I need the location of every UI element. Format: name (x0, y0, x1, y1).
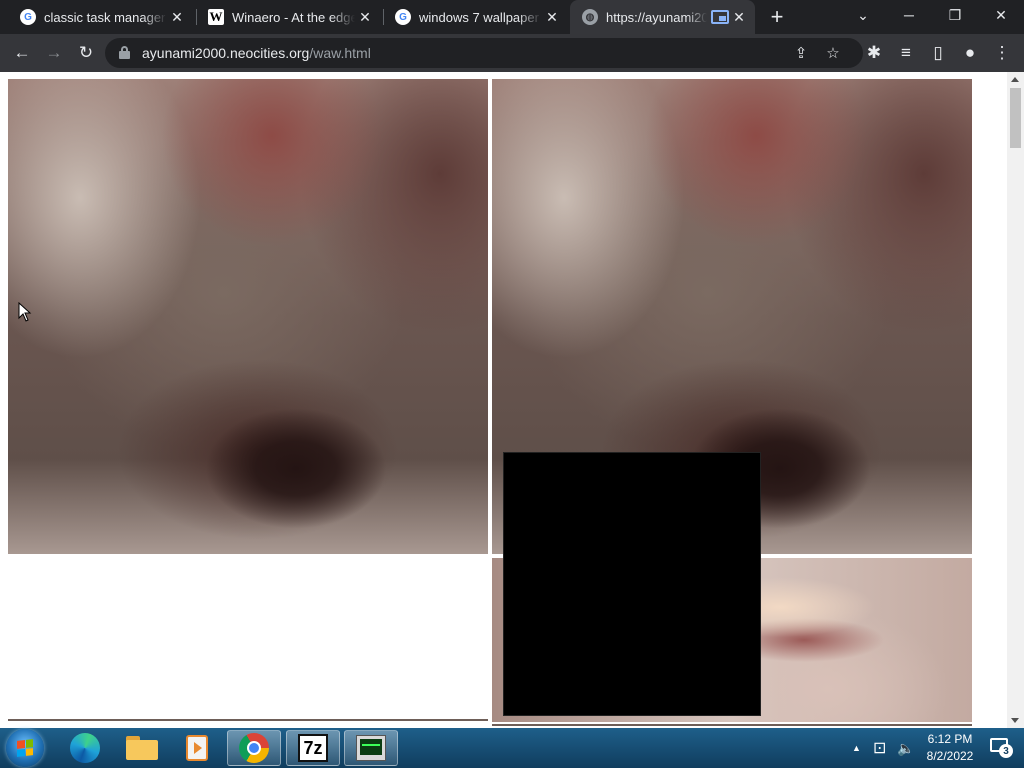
scroll-down-arrow-icon[interactable] (1011, 718, 1019, 723)
google-g-icon: G (20, 9, 36, 25)
lock-icon[interactable] (119, 46, 130, 59)
tab-ayunami[interactable]: ◍ https://ayunami20 ✕ (570, 0, 755, 34)
share-icon[interactable]: ⇪ (790, 42, 812, 64)
mouse-cursor-icon (18, 302, 32, 322)
frame-edge-line (8, 719, 488, 721)
volume-icon[interactable]: 🔈 (897, 728, 917, 768)
profile-icon[interactable]: ● (956, 39, 984, 67)
address-bar[interactable]: ayunami2000.neocities.org/waw.html ⇪ ☆ (105, 38, 863, 68)
close-window-button[interactable]: ✕ (978, 0, 1024, 30)
screen: G classic task manager d ✕ W Winaero - A… (0, 0, 1024, 768)
taskbar-file-explorer[interactable] (115, 730, 169, 766)
tab-windows7-wallpaper[interactable]: G windows 7 wallpaper - ✕ (383, 0, 568, 34)
clock-time: 6:12 PM (927, 732, 973, 746)
edge-icon (70, 733, 100, 763)
tab-title: classic task manager d (44, 9, 167, 25)
extensions-icon[interactable]: ✱ (860, 39, 888, 67)
reload-button[interactable]: ↻ (72, 39, 100, 67)
windows-flag-icon (17, 739, 33, 757)
browser-menu-icon[interactable]: ⋮ (988, 39, 1016, 67)
tab-strip: G classic task manager d ✕ W Winaero - A… (0, 0, 1024, 34)
minimize-button[interactable]: ─ (886, 0, 932, 30)
start-button[interactable] (6, 729, 44, 767)
url-domain: ayunami2000.neocities.org (142, 45, 310, 61)
close-icon[interactable]: ✕ (542, 7, 562, 27)
notification-center-icon[interactable]: 3 (990, 738, 1013, 758)
tab-title: https://ayunami20 (606, 9, 707, 25)
7zip-icon: 7z (298, 734, 328, 762)
video-frame-1[interactable] (8, 79, 488, 554)
new-tab-button[interactable]: + (765, 4, 789, 29)
folder-icon (126, 736, 158, 760)
scroll-up-arrow-icon[interactable] (1011, 77, 1019, 82)
scrollbar-thumb[interactable] (1010, 88, 1021, 148)
taskbar-media-player[interactable] (170, 730, 224, 766)
side-panel-icon[interactable]: ▯ (924, 39, 952, 67)
restore-button[interactable]: ❐ (932, 0, 978, 30)
tab-title: Winaero - At the edge (232, 9, 355, 25)
network-icon[interactable]: ⊡ (873, 728, 891, 768)
globe-icon: ◍ (582, 9, 598, 25)
blurred-photo (8, 79, 488, 554)
close-icon[interactable]: ✕ (729, 7, 749, 27)
task-manager-icon (356, 735, 386, 761)
show-hidden-icons-chevron-icon[interactable]: ▲ (852, 728, 864, 768)
media-player-icon (186, 735, 208, 761)
system-clock[interactable]: 6:12 PM 8/2/2022 (918, 731, 982, 765)
forward-button[interactable]: → (40, 39, 68, 67)
tab-search-button[interactable]: ⌄ (840, 0, 886, 30)
media-control-icon[interactable]: ≡ (892, 39, 920, 67)
tab-winaero[interactable]: W Winaero - At the edge ✕ (196, 0, 381, 34)
taskbar-7zip[interactable]: 7z (286, 730, 340, 766)
winaero-w-icon: W (208, 9, 224, 25)
frame-edge-line (492, 724, 972, 726)
close-icon[interactable]: ✕ (167, 7, 187, 27)
url-text[interactable]: ayunami2000.neocities.org/waw.html (142, 45, 371, 61)
browser-toolbar: ← → ↻ ayunami2000.neocities.org/waw.html… (0, 34, 1024, 72)
black-video-overlay[interactable] (503, 452, 761, 716)
tab-title: windows 7 wallpaper - (419, 9, 542, 25)
back-button[interactable]: ← (8, 39, 36, 67)
notification-count-badge: 3 (999, 744, 1013, 758)
picture-in-picture-icon (711, 10, 729, 24)
taskbar: 7z ▲ ⊡ 🔈 6:12 PM 8/2/2022 3 (0, 728, 1024, 768)
bookmark-star-icon[interactable]: ☆ (822, 42, 844, 64)
url-path: /waw.html (309, 45, 371, 61)
taskbar-chrome[interactable] (227, 730, 281, 766)
google-g-icon: G (395, 9, 411, 25)
taskbar-edge[interactable] (58, 730, 112, 766)
close-icon[interactable]: ✕ (355, 7, 375, 27)
clock-date: 8/2/2022 (926, 749, 974, 763)
tab-classic-task-manager[interactable]: G classic task manager d ✕ (8, 0, 193, 34)
web-page (0, 72, 1007, 728)
chrome-icon (239, 733, 269, 763)
taskbar-task-manager[interactable] (344, 730, 398, 766)
vertical-scrollbar[interactable] (1007, 72, 1024, 728)
